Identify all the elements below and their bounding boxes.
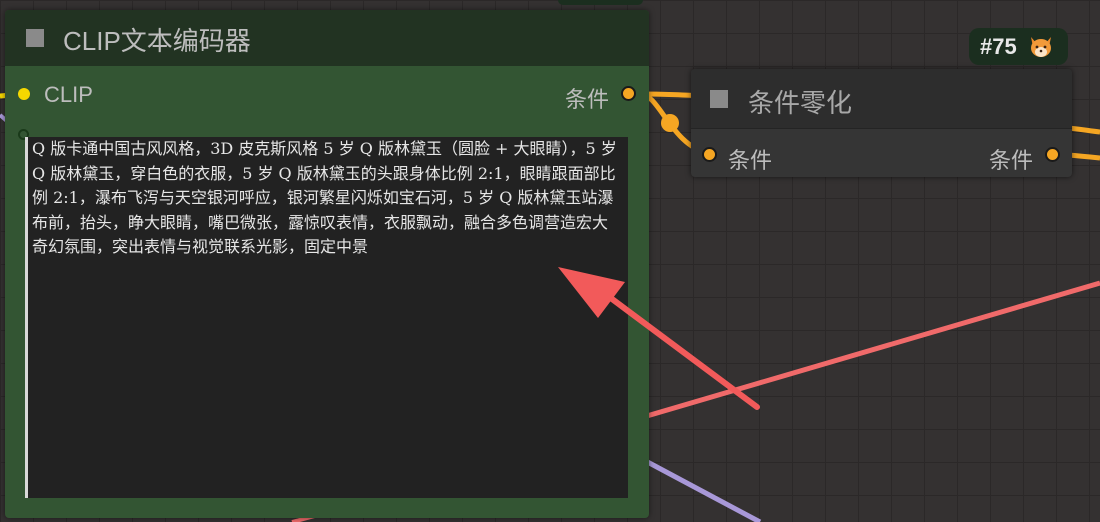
- conditioning-output-label: 条件: [565, 87, 610, 112]
- node-title: 条件零化: [748, 88, 853, 118]
- clip-input-dot[interactable]: [18, 88, 30, 100]
- prompt-text-area[interactable]: Q 版卡通中国古风风格，3D 皮克斯风格 5 岁 Q 版林黛玉（圆脸 + 大眼睛…: [25, 137, 628, 498]
- conditioning-input-dot[interactable]: [702, 147, 717, 162]
- wire-purple: [638, 455, 762, 522]
- clip-input-label: CLIP: [44, 82, 93, 107]
- collapse-icon[interactable]: [710, 90, 728, 108]
- node-title-bar[interactable]: 条件零化: [691, 69, 1072, 129]
- node-edge: [558, 0, 643, 5]
- node-title-bar[interactable]: CLIP文本编码器: [5, 10, 649, 66]
- conditioning-input-label: 条件: [728, 148, 773, 173]
- node-id-badge: #75: [969, 28, 1068, 65]
- node-id-label: #75: [980, 34, 1017, 59]
- conditioning-output-label: 条件: [989, 148, 1034, 173]
- wire-reroute-dot: [661, 114, 679, 132]
- conditioning-output-dot[interactable]: [621, 86, 636, 101]
- fox-icon: [1031, 37, 1051, 57]
- clip-text-encoder-node[interactable]: CLIP文本编码器 CLIP 条件 Q 版卡通中国古风风格，3D 皮克斯风格 5…: [5, 10, 649, 518]
- wire-conditioning-out-b: [1067, 152, 1100, 161]
- wire-conditioning-out-a: [1067, 125, 1100, 135]
- conditioning-output-dot[interactable]: [1045, 147, 1060, 162]
- wire-red: [639, 280, 1100, 421]
- collapse-icon[interactable]: [26, 29, 44, 47]
- conditioning-zero-out-node[interactable]: 条件零化 条件 条件: [691, 69, 1072, 177]
- node-title: CLIP文本编码器: [63, 26, 251, 56]
